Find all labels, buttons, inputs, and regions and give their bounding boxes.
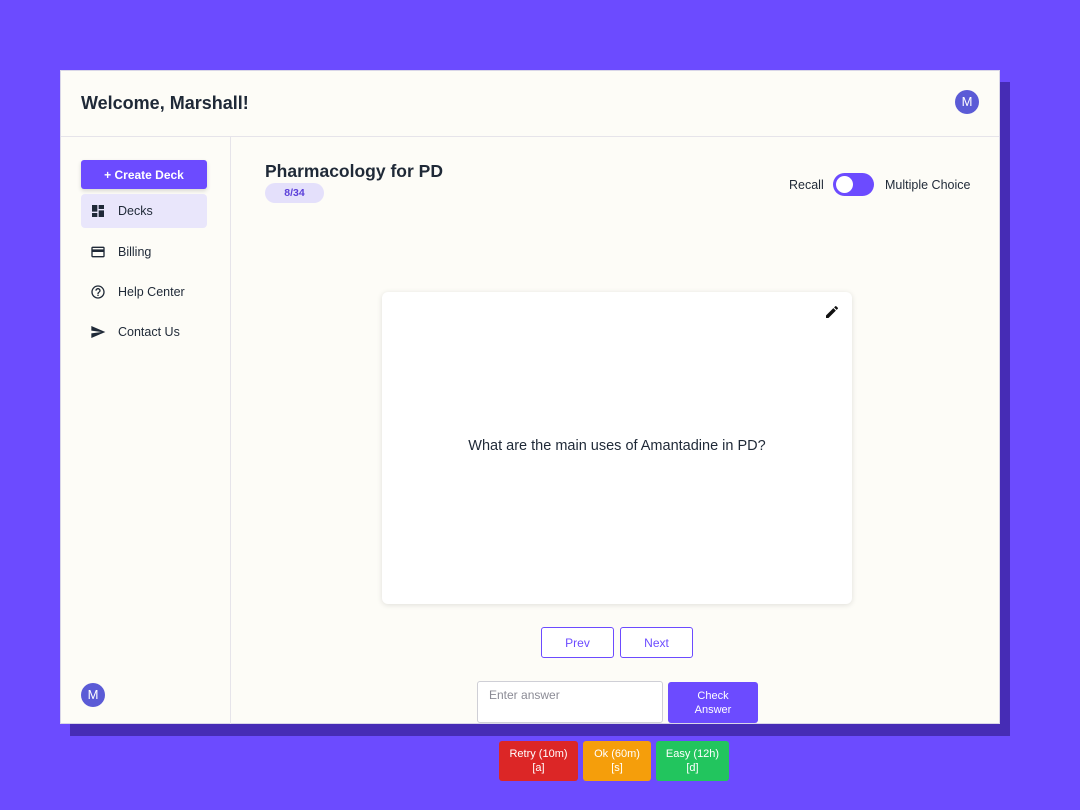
user-avatar[interactable]: M — [955, 90, 979, 114]
sidebar-item-label: Help Center — [118, 285, 185, 299]
flashcard[interactable]: What are the main uses of Amantadine in … — [382, 292, 852, 604]
answer-input[interactable] — [477, 681, 663, 723]
grade-shortcut: [a] — [532, 762, 545, 774]
sidebar-item-label: Decks — [118, 204, 153, 218]
multiple-choice-mode-label: Multiple Choice — [885, 178, 971, 192]
deck-title: Pharmacology for PD — [265, 161, 443, 181]
easy-button[interactable]: Easy (12h) [d] — [656, 741, 729, 781]
sidebar-item-billing[interactable]: Billing — [81, 235, 207, 269]
credit-card-icon — [91, 246, 105, 258]
create-deck-button[interactable]: + Create Deck — [81, 160, 207, 189]
user-avatar-small[interactable]: M — [81, 683, 105, 707]
check-answer-button[interactable]: Check Answer — [668, 682, 758, 723]
sidebar-item-label: Contact Us — [118, 325, 180, 339]
sidebar-item-label: Billing — [118, 245, 152, 259]
dashboard-icon — [92, 205, 104, 217]
help-circle-icon — [91, 285, 105, 299]
ok-button[interactable]: Ok (60m) [s] — [583, 741, 651, 781]
sidebar-item-decks[interactable]: Decks — [81, 194, 207, 228]
main-content: Pharmacology for PD 8/34 Recall Multiple… — [232, 137, 1000, 781]
pencil-icon[interactable] — [824, 304, 840, 320]
grade-shortcut: [d] — [686, 762, 699, 774]
card-question: What are the main uses of Amantadine in … — [468, 438, 766, 454]
top-header: Welcome, Marshall! M — [61, 71, 999, 137]
grade-shortcut: [s] — [611, 762, 623, 774]
sidebar: + Create Deck Decks Billing Help Center … — [61, 137, 231, 724]
next-button[interactable]: Next — [620, 627, 693, 658]
recall-mode-label: Recall — [789, 178, 824, 192]
check-answer-label-line1: Check — [697, 689, 729, 702]
check-answer-label-line2: Answer — [694, 703, 732, 716]
toggle-knob — [836, 176, 853, 193]
progress-badge: 8/34 — [265, 183, 324, 203]
send-icon — [91, 326, 106, 338]
grade-label: Retry (10m) — [509, 748, 568, 760]
grade-label: Ok (60m) — [594, 748, 640, 760]
retry-button[interactable]: Retry (10m) [a] — [499, 741, 578, 781]
sidebar-item-contact-us[interactable]: Contact Us — [81, 315, 207, 349]
mode-toggle[interactable] — [833, 173, 874, 196]
grade-label: Easy (12h) — [665, 748, 720, 760]
welcome-title: Welcome, Marshall! — [81, 93, 249, 113]
app-window: Welcome, Marshall! M + Create Deck Decks… — [60, 70, 1000, 781]
sidebar-item-help-center[interactable]: Help Center — [81, 275, 207, 309]
prev-button[interactable]: Prev — [541, 627, 614, 658]
